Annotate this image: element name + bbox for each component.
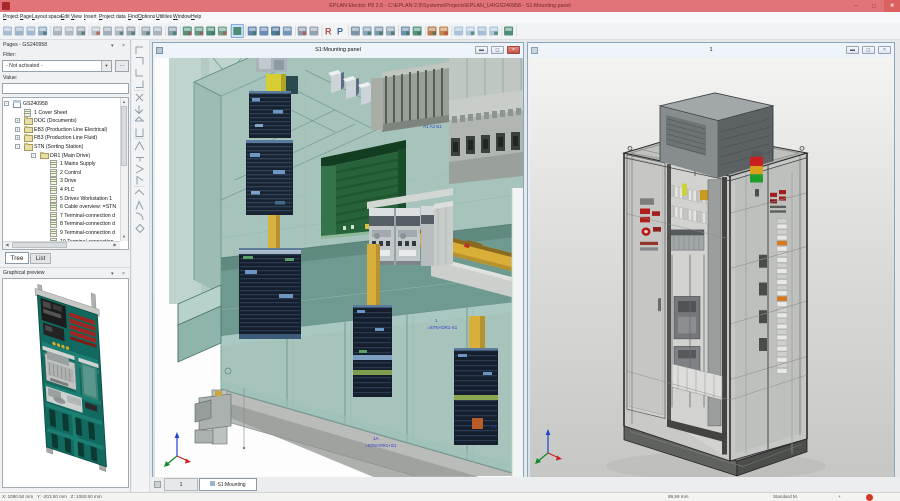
- svg-text:R: R: [325, 27, 332, 37]
- svg-text:1A: 1A: [373, 436, 379, 441]
- svg-text:=STN+DR1+S1: =STN+DR1+S1: [365, 443, 397, 448]
- svg-text:=STN+DR1-X1: =STN+DR1-X1: [427, 325, 458, 330]
- svg-text:C1: C1: [491, 424, 497, 429]
- svg-text:A1 A2 B1: A1 A2 B1: [423, 124, 442, 129]
- svg-text:P: P: [337, 27, 343, 37]
